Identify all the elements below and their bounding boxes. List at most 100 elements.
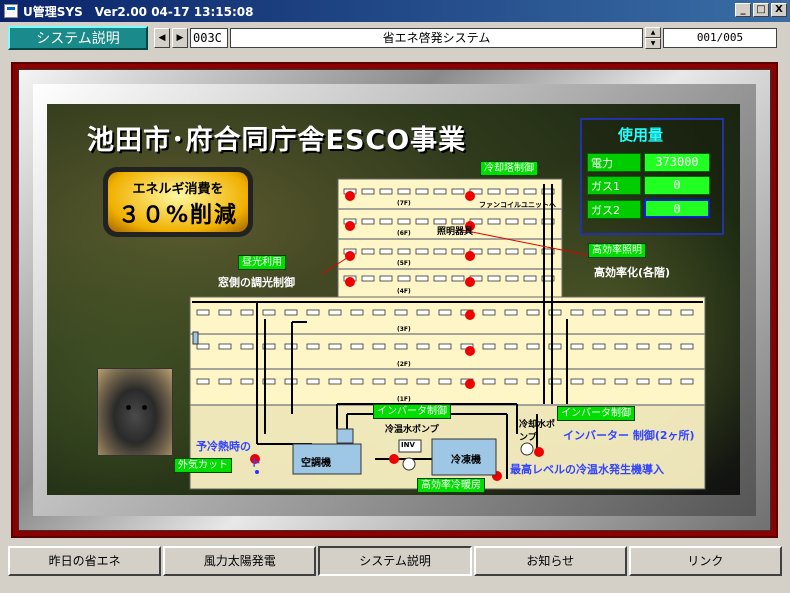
light-fixture — [658, 378, 672, 385]
usage-label-gas1: ガス1 — [587, 176, 641, 195]
light-fixture — [451, 248, 465, 255]
light-fixture — [379, 248, 393, 255]
light-fixture — [548, 378, 562, 385]
light-fixture — [397, 248, 411, 255]
light-fixture — [614, 309, 628, 316]
light-fixture — [415, 248, 429, 255]
light-fixture — [592, 378, 606, 385]
light-fixture — [196, 343, 210, 350]
tag-inverter-1: インバータ制御 — [373, 404, 451, 419]
light-fixture — [328, 309, 342, 316]
energy-reduction-box: エネルギ消費を ３０%削減 — [103, 167, 253, 237]
light-fixture — [328, 343, 342, 350]
label-cooling-pump: 冷却水ポンプ — [519, 420, 556, 443]
light-fixture — [416, 309, 430, 316]
slide-headline: 池田市･府合同庁舎ESCO事業 — [87, 125, 467, 156]
light-fixture — [218, 343, 232, 350]
light-fixture — [658, 309, 672, 316]
floor-label-3f: (3F) — [397, 326, 411, 333]
label-precool-2: ト — [250, 456, 261, 469]
tab-notices[interactable]: お知らせ — [473, 546, 627, 576]
next-page-button[interactable]: ▶ — [172, 28, 188, 48]
floor-label-7f: (7F) — [397, 200, 411, 207]
tag-high-eff-lighting: 高効率照明 — [588, 243, 646, 258]
light-fixture — [361, 248, 375, 255]
floor-label-6f: (6F) — [397, 230, 411, 237]
tab-wind-solar[interactable]: 風力太陽発電 — [163, 546, 317, 576]
light-fixture — [394, 343, 408, 350]
light-fixture — [505, 275, 519, 282]
light-fixture — [504, 343, 518, 350]
usage-title: 使用量 — [618, 126, 664, 144]
close-button[interactable]: X — [771, 3, 787, 17]
tag-cooling-tower: 冷却塔制御 — [480, 161, 538, 176]
light-fixture — [526, 343, 540, 350]
light-fixture — [306, 309, 320, 316]
light-fixture — [379, 218, 393, 225]
light-fixture — [482, 378, 496, 385]
label-chiller-intro: 最高レベルの冷温水発生機導入 — [510, 463, 664, 476]
usage-panel: 使用量 電力 373000 ガス1 0 ガス2 0 — [580, 118, 724, 235]
light-fixture — [372, 378, 386, 385]
light-fixture — [523, 218, 537, 225]
light-fixture — [379, 275, 393, 282]
light-fixture — [415, 188, 429, 195]
light-fixture — [284, 309, 298, 316]
light-fixture — [526, 378, 540, 385]
spin-down-icon[interactable]: ▼ — [645, 38, 661, 49]
light-fixture — [306, 343, 320, 350]
light-fixture — [570, 378, 584, 385]
label-high-eff-floors: 高効率化(各階) — [594, 266, 671, 279]
light-fixture — [394, 309, 408, 316]
light-fixture — [523, 188, 537, 195]
label-fixtures: 照明器具 — [437, 227, 474, 237]
usage-value-gas2[interactable]: 0 — [644, 199, 710, 218]
usage-label-gas2: ガス2 — [587, 200, 641, 219]
light-fixture — [526, 309, 540, 316]
light-fixture — [350, 378, 364, 385]
label-window-dimming: 窓側の調光制御 — [218, 276, 295, 289]
light-fixture — [487, 188, 501, 195]
mascot-image — [97, 368, 173, 456]
tab-yesterday-savings[interactable]: 昨日の省エネ — [8, 546, 162, 576]
title-bar: U管理SYS Ver2.00 04-17 13:15:08 _ □ X — [0, 0, 790, 22]
label-chiller: 冷凍機 — [451, 455, 481, 466]
light-fixture — [361, 188, 375, 195]
usage-label-electric: 電力 — [587, 153, 641, 172]
light-fixture — [433, 248, 447, 255]
light-fixture — [658, 343, 672, 350]
light-fixture — [240, 378, 254, 385]
section-button[interactable]: システム説明 — [8, 26, 148, 50]
light-fixture — [680, 343, 694, 350]
light-fixture — [350, 309, 364, 316]
page-counter: 001/005 — [663, 28, 777, 48]
light-fixture — [451, 275, 465, 282]
light-fixture — [397, 218, 411, 225]
floor-label-2f: (2F) — [397, 361, 411, 368]
usage-value-gas1: 0 — [644, 176, 710, 195]
light-fixture — [504, 309, 518, 316]
tag-high-eff-hvac: 高効率冷暖房 — [417, 478, 485, 493]
label-ahu: 空調機 — [301, 458, 331, 469]
tab-system-description[interactable]: システム説明 — [318, 546, 472, 576]
light-fixture — [397, 275, 411, 282]
light-fixture — [379, 188, 393, 195]
energy-line1: エネルギ消費を — [132, 182, 224, 197]
toolbar: システム説明 ◀ ▶ 003C 省エネ啓発システム ▲ ▼ 001/005 — [0, 22, 790, 56]
label-chilled-pump: 冷温水ポンプ — [385, 425, 439, 435]
maximize-button[interactable]: □ — [753, 3, 769, 17]
minimize-button[interactable]: _ — [735, 3, 751, 17]
light-fixture — [614, 378, 628, 385]
light-fixture — [592, 343, 606, 350]
page-spinner[interactable]: ▲ ▼ — [645, 27, 661, 49]
energy-line2: ３０%削減 — [117, 203, 239, 228]
floor-label-5f: (5F) — [397, 260, 411, 267]
prev-page-button[interactable]: ◀ — [154, 28, 170, 48]
tab-links[interactable]: リンク — [628, 546, 783, 576]
app-icon — [4, 4, 18, 18]
light-fixture — [433, 188, 447, 195]
page-title: 省エネ啓発システム — [230, 28, 643, 48]
light-fixture — [451, 188, 465, 195]
spin-up-icon[interactable]: ▲ — [645, 27, 661, 38]
light-fixture — [680, 378, 694, 385]
